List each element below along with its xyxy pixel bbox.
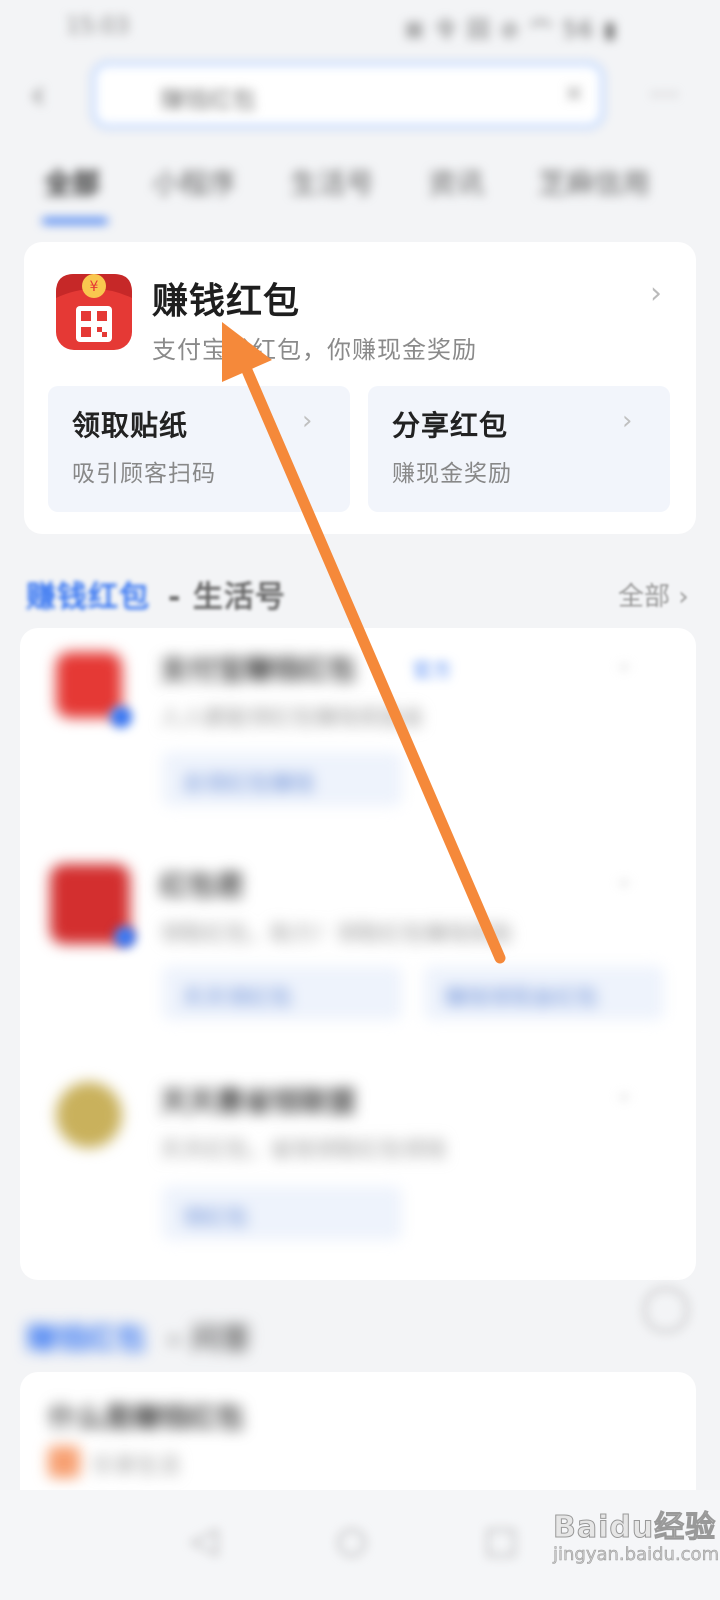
close-icon[interactable]: ✕ bbox=[564, 80, 584, 108]
nav-recents-icon[interactable]: □ bbox=[484, 1520, 518, 1561]
life-item-desc: 天天红包，省钱领取红包领钱 bbox=[160, 1138, 447, 1163]
section-type: - 生活号 bbox=[168, 580, 286, 615]
tab-life-accounts[interactable]: 生活号 bbox=[290, 162, 374, 202]
official-badge: 官方 bbox=[412, 658, 452, 682]
life-item-title[interactable]: 红包君 bbox=[160, 864, 244, 904]
result-subtitle: 支付宝发红包，你赚现金奖励 bbox=[152, 336, 477, 364]
chevron-down-icon[interactable]: ⌄ bbox=[614, 864, 634, 892]
svg-text:¥: ¥ bbox=[90, 279, 99, 295]
more-icon[interactable]: ··· bbox=[650, 78, 680, 111]
status-bar: 15:03 ⊠ 令 回 ⊘ 宀 56 ▮ bbox=[0, 0, 720, 50]
life-item-button[interactable]: 天天领红包 bbox=[162, 966, 402, 1020]
life-item-desc: 领取红包，助力！领取红包赚钱奖励 bbox=[160, 922, 513, 947]
avatar bbox=[56, 652, 122, 718]
chevron-right-icon: › bbox=[622, 406, 633, 436]
tab-credit[interactable]: 芝麻信用 bbox=[538, 162, 650, 202]
chevron-right-icon: › bbox=[302, 406, 313, 436]
chevron-down-icon[interactable]: ⌄ bbox=[614, 648, 634, 676]
life-item-title[interactable]: 天天惠省钱联盟 bbox=[160, 1080, 356, 1120]
qa-item-title[interactable]: 什么是赚钱红包 bbox=[48, 1396, 244, 1436]
nav-home-icon[interactable]: ○ bbox=[336, 1520, 367, 1561]
result-title[interactable]: 赚钱红包 bbox=[152, 272, 300, 324]
get-sticker-title: 领取贴纸 bbox=[72, 409, 189, 442]
nav-back-icon[interactable]: ◁ bbox=[190, 1520, 218, 1561]
verified-icon bbox=[110, 706, 132, 728]
red-envelope-logo-icon: ¥ bbox=[56, 274, 132, 350]
verified-icon bbox=[114, 926, 136, 948]
tab-all[interactable]: 全部 bbox=[44, 162, 100, 202]
chevron-right-icon[interactable]: › bbox=[650, 276, 662, 311]
floating-action-icon[interactable] bbox=[644, 1288, 688, 1332]
status-time: 15:03 bbox=[66, 14, 130, 39]
section-all-link[interactable]: 全部 › bbox=[618, 576, 689, 613]
tab-news[interactable]: 资讯 bbox=[428, 162, 484, 202]
status-indicators: ⊠ 令 回 ⊘ 宀 56 ▮ bbox=[405, 18, 618, 43]
tab-underline bbox=[42, 218, 108, 224]
baidu-watermark: Baidu经验 bbox=[552, 1510, 717, 1546]
avatar bbox=[56, 1082, 122, 1148]
get-sticker-desc: 吸引顾客扫码 bbox=[72, 461, 216, 487]
baidu-watermark-url: jingyan.baidu.com bbox=[553, 1544, 720, 1566]
life-item-desc: 人人都能领红包赚钱奖励金 bbox=[160, 706, 425, 731]
share-red-packet-title: 分享红包 bbox=[392, 409, 509, 442]
qa-item-source: 乐享生活 bbox=[92, 1454, 181, 1479]
section-type: - 问答 bbox=[168, 1322, 251, 1357]
share-red-packet-desc: 赚现金奖励 bbox=[392, 461, 512, 487]
section-keyword: 赚钱红包 bbox=[26, 1322, 146, 1357]
section-keyword: 赚钱红包 bbox=[26, 580, 150, 615]
qa-source-icon bbox=[48, 1446, 80, 1478]
chevron-left-icon[interactable]: ‹ bbox=[30, 72, 66, 118]
life-item-title[interactable]: 支付宝赚钱红包 bbox=[160, 648, 356, 688]
chevron-down-icon[interactable]: ⌄ bbox=[614, 1078, 634, 1106]
life-item-button[interactable]: 赚钱领现金红包 bbox=[424, 966, 664, 1020]
search-query: 赚钱红包 bbox=[160, 86, 256, 114]
life-item-button[interactable]: 领红包 bbox=[162, 1186, 402, 1240]
all-label: 全部 bbox=[618, 582, 671, 612]
tab-mini-programs[interactable]: 小程序 bbox=[152, 162, 236, 202]
life-item-button[interactable]: 去领红包赚钱 bbox=[162, 752, 402, 806]
